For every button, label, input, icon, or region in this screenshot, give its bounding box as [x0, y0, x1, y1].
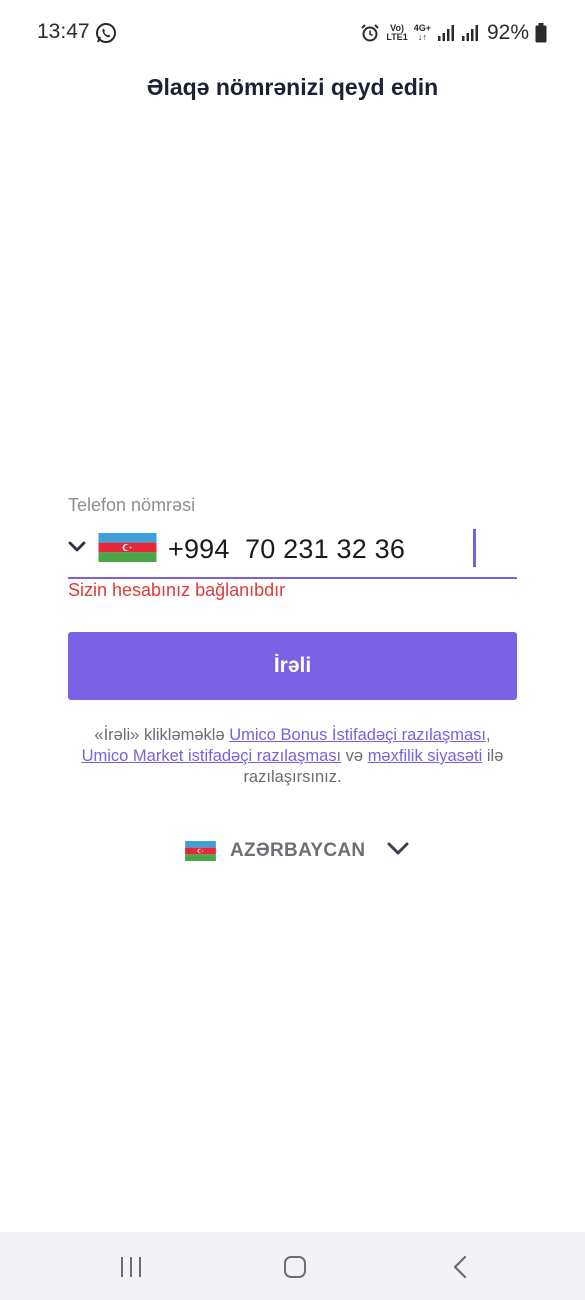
chevron-down-icon[interactable]	[68, 540, 86, 554]
market-agreement-link[interactable]: Umico Market istifadəçi razılaşması	[82, 747, 341, 765]
recent-apps-icon[interactable]	[111, 1252, 151, 1282]
terms-comma: ,	[485, 726, 491, 744]
back-icon[interactable]	[440, 1252, 480, 1282]
signal-icon-2	[461, 24, 479, 42]
error-message: Sizin hesabınız bağlanıbdır	[68, 580, 286, 600]
terms-prefix: «İrəli» klikləməklə	[94, 726, 230, 744]
terms-text: «İrəli» klikləməklə Umico Bonus İstifadə…	[60, 725, 525, 788]
terms-and: və	[341, 747, 368, 765]
azerbaijan-flag-small-icon	[185, 841, 216, 861]
bonus-agreement-link[interactable]: Umico Bonus İstifadəçi razılaşması	[229, 726, 486, 744]
phone-label: Telefon nömrəsi	[68, 495, 196, 515]
privacy-policy-link[interactable]: məxfilik siyasəti	[368, 747, 483, 765]
azerbaijan-flag-icon[interactable]	[98, 533, 157, 562]
network-type-indicator: 4G+ ↓↑	[413, 23, 431, 42]
language-selector[interactable]: AZƏRBAYCAN	[185, 836, 409, 866]
home-icon[interactable]	[275, 1252, 315, 1282]
text-cursor	[473, 529, 476, 567]
next-button[interactable]: İrəli	[68, 632, 517, 700]
signal-icon	[437, 24, 455, 42]
page-title: Əlaqə nömrənizi qeyd edin	[146, 74, 439, 100]
battery-percent: 92%	[486, 21, 529, 44]
language-label: AZƏRBAYCAN	[230, 840, 366, 861]
status-bar: 13:47 Vo) LTE1 4G+ ↓↑ 92%	[0, 0, 585, 66]
system-nav-bar	[0, 1232, 585, 1300]
whatsapp-icon	[95, 22, 117, 44]
chevron-down-icon	[365, 842, 409, 861]
volte-indicator: Vo) LTE1	[386, 23, 408, 42]
battery-icon	[535, 23, 547, 43]
alarm-icon	[360, 23, 380, 43]
status-time: 13:47	[37, 20, 90, 43]
status-icons: Vo) LTE1 4G+ ↓↑ 92%	[360, 20, 547, 46]
phone-input[interactable]	[168, 529, 498, 569]
phone-field	[68, 525, 517, 579]
